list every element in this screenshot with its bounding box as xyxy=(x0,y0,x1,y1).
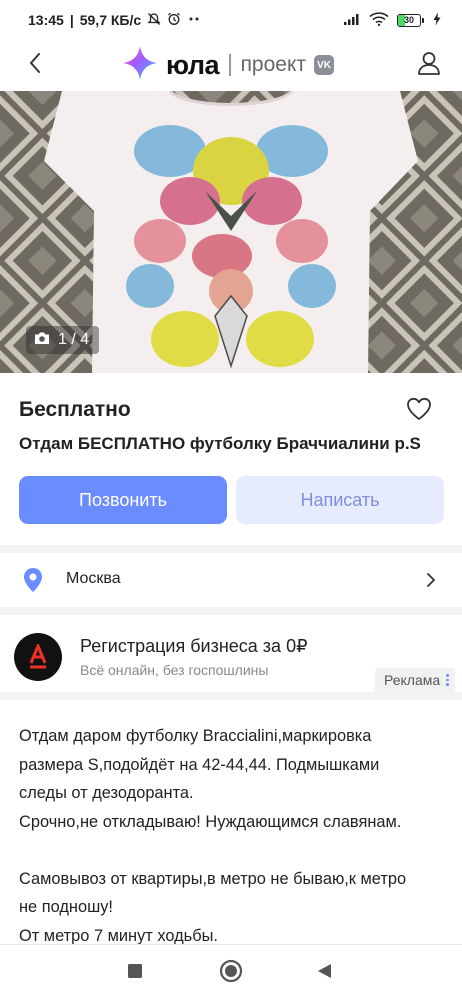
vk-logo-icon: VK xyxy=(314,55,335,75)
signal-icon xyxy=(343,12,361,29)
favorite-button[interactable] xyxy=(404,396,434,426)
home-button[interactable] xyxy=(218,959,244,988)
charging-icon xyxy=(432,12,442,29)
chevron-left-icon xyxy=(28,52,42,79)
status-right: 30 xyxy=(343,11,442,29)
description-line: размера S,подойдёт на 42-44,44. Подмышка… xyxy=(19,755,380,774)
battery-body: 30 xyxy=(397,13,421,27)
logo-separator xyxy=(229,54,231,76)
profile-button[interactable] xyxy=(414,50,444,80)
section-divider xyxy=(0,607,462,615)
description-line: Срочно,не откладываю! Нуждающимся славян… xyxy=(19,812,402,831)
back-nav-button[interactable] xyxy=(312,960,338,986)
photo-counter: 1 / 4 xyxy=(26,326,100,354)
wifi-icon xyxy=(369,11,389,29)
more-vertical-icon xyxy=(446,674,449,686)
description-line: следы от дезодоранта. xyxy=(19,784,194,802)
square-icon xyxy=(127,963,143,984)
ad-label-text: Реклама xyxy=(384,672,441,688)
alarm-icon xyxy=(167,12,181,29)
call-button[interactable]: Позвонить xyxy=(19,476,227,524)
app-logo[interactable]: юла проект VK xyxy=(122,42,335,88)
description-line: Отдам даром футболку Braccialini,маркиро… xyxy=(19,727,372,745)
mute-icon xyxy=(147,12,161,29)
battery-icon: 30 xyxy=(397,13,424,27)
recent-apps-button[interactable] xyxy=(122,960,148,986)
ad-label-button[interactable]: Реклама xyxy=(375,668,455,692)
system-nav-bar xyxy=(0,944,462,1000)
heart-icon xyxy=(406,397,432,426)
battery-percent: 30 xyxy=(403,15,414,25)
location-row[interactable]: Москва xyxy=(0,553,462,607)
section-divider xyxy=(0,692,462,700)
logo-name: юла xyxy=(166,49,220,80)
location-pin-icon xyxy=(22,567,44,593)
triangle-back-icon xyxy=(316,962,334,985)
description-line: Самовывоз от квартиры,в метро не бываю,к… xyxy=(19,869,407,888)
back-button[interactable] xyxy=(20,50,50,80)
status-time: 13:45 xyxy=(28,12,64,28)
status-separator: | xyxy=(69,12,74,28)
ad-title: Регистрация бизнеса за 0₽ xyxy=(80,636,308,656)
more-dots-icon xyxy=(187,12,201,29)
ad-banner[interactable]: Регистрация бизнеса за 0₽ Всё онлайн, бе… xyxy=(0,620,462,692)
location-city: Москва xyxy=(66,570,121,587)
chevron-right-icon xyxy=(424,570,438,590)
write-button[interactable]: Написать xyxy=(236,476,444,524)
camera-icon xyxy=(34,331,50,350)
battery-tip xyxy=(422,17,424,23)
logo-partner-text: проект xyxy=(240,53,307,76)
user-icon xyxy=(416,50,442,81)
photo-counter-text: 1 / 4 xyxy=(58,331,90,348)
app-header: юла проект VK xyxy=(0,40,462,90)
network-speed: 59,7 КБ/с xyxy=(79,12,142,28)
yula-star-icon xyxy=(122,45,158,86)
description-blank-line xyxy=(19,836,449,865)
status-left: 13:45 | 59,7 КБ/с xyxy=(28,12,141,28)
listing-description: Отдам даром футболку Braccialini,маркиро… xyxy=(19,722,449,950)
section-divider xyxy=(0,545,462,553)
alfa-bank-logo-icon xyxy=(14,633,62,681)
ad-subtitle: Всё онлайн, без госпошлины xyxy=(80,662,269,678)
status-bar: 13:45 | 59,7 КБ/с 30 xyxy=(0,0,462,40)
status-icons xyxy=(147,12,201,29)
listing-title: Отдам БЕСПЛАТНО футболку Браччиалини р.S xyxy=(19,434,421,453)
description-line: не подношу! xyxy=(19,898,113,916)
listing-price: Бесплатно xyxy=(19,398,131,421)
home-circle-icon xyxy=(219,959,243,988)
